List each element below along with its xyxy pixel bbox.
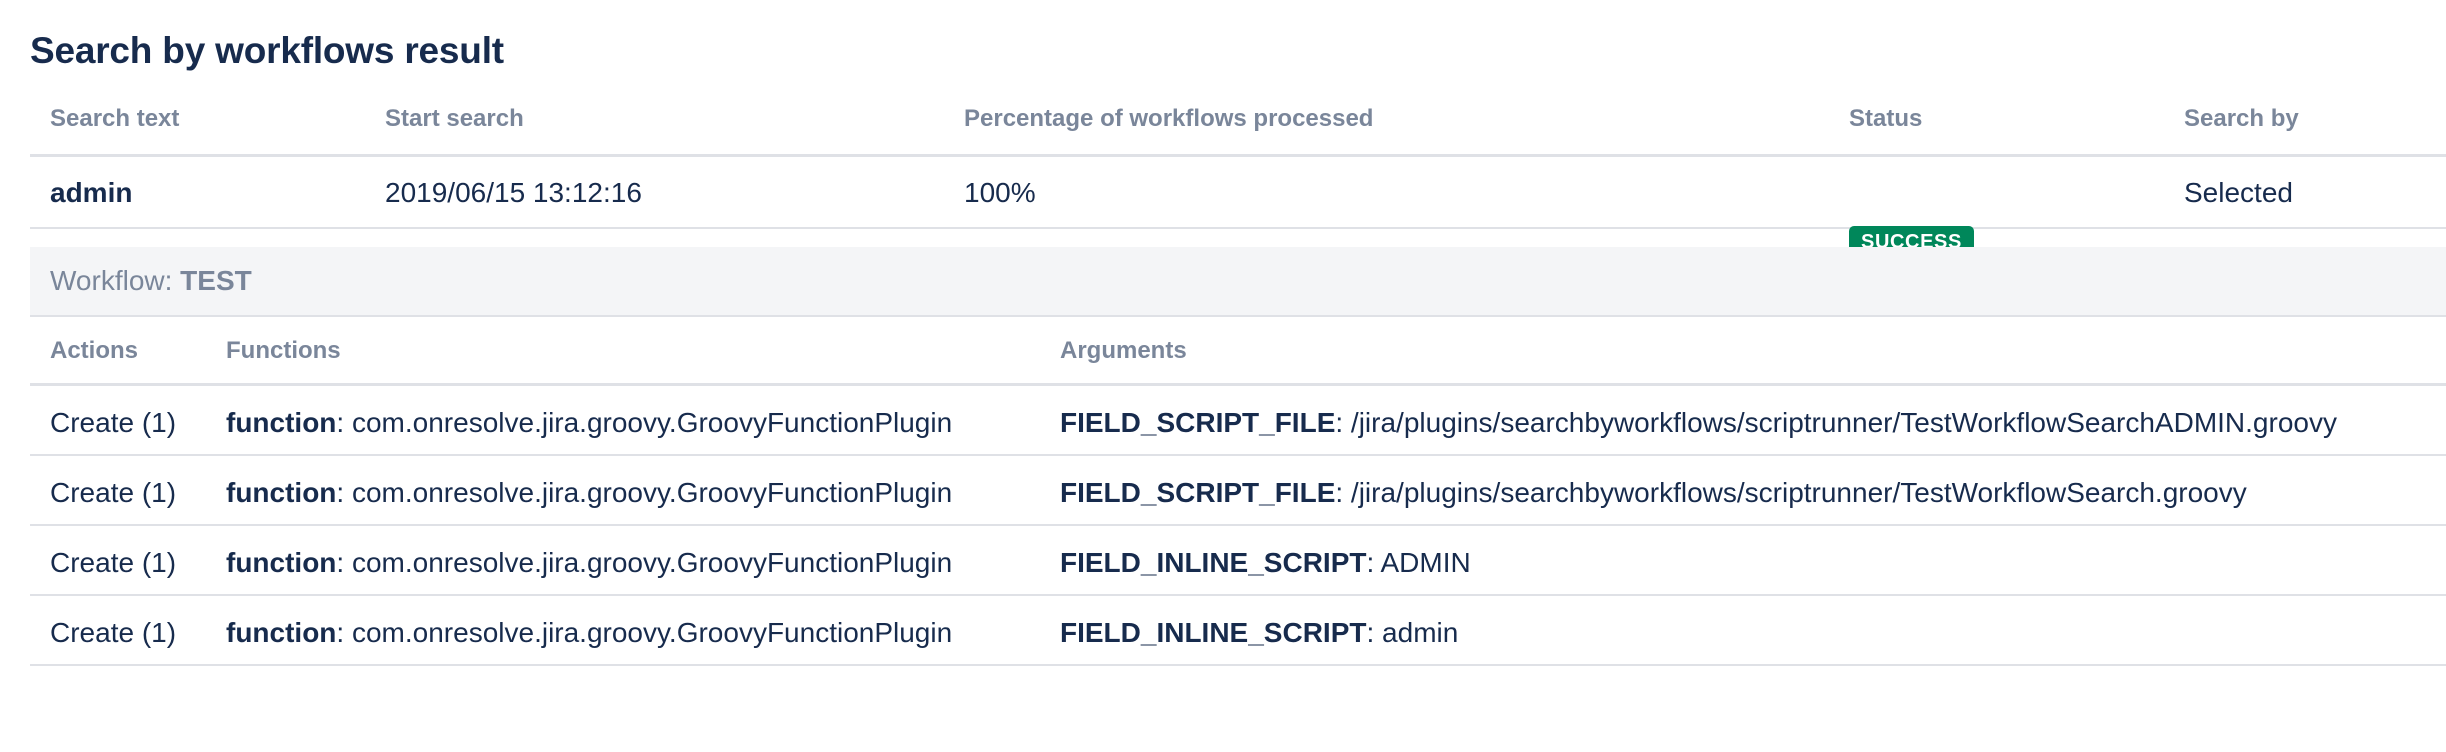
argument-key: FIELD_INLINE_SCRIPT — [1060, 617, 1367, 648]
column-header-search-text: Search text — [50, 105, 180, 132]
argument-value: : /jira/plugins/searchbyworkflows/script… — [1335, 477, 2247, 508]
column-header-search-by: Search by — [2184, 105, 2299, 132]
function-cell: function: com.onresolve.jira.groovy.Groo… — [226, 407, 952, 439]
argument-value: : /jira/plugins/searchbyworkflows/script… — [1335, 407, 2337, 438]
column-header-status: Status — [1849, 105, 1923, 132]
summary-table-header: Search text Start search Percentage of w… — [30, 94, 2446, 157]
function-value: : com.onresolve.jira.groovy.GroovyFuncti… — [336, 617, 953, 648]
argument-value: : ADMIN — [1366, 547, 1471, 578]
action-cell: Create (1) — [50, 547, 177, 578]
column-header-percentage: Percentage of workflows processed — [964, 105, 1374, 132]
argument-cell: FIELD_SCRIPT_FILE: /jira/plugins/searchb… — [1060, 477, 2247, 509]
workflow-table-header: Actions Functions Arguments — [30, 317, 2446, 386]
workflow-section: Workflow: TEST Actions Functions Argumen… — [30, 247, 2446, 666]
search-text-value: admin — [50, 177, 133, 208]
function-value: : com.onresolve.jira.groovy.GroovyFuncti… — [336, 407, 953, 438]
function-cell: function: com.onresolve.jira.groovy.Groo… — [226, 547, 952, 579]
workflow-header: Workflow: TEST — [30, 247, 2446, 317]
column-header-functions: Functions — [226, 337, 341, 364]
summary-table: Search text Start search Percentage of w… — [30, 94, 2446, 258]
argument-cell: FIELD_INLINE_SCRIPT: ADMIN — [1060, 547, 1471, 579]
argument-value: : admin — [1366, 617, 1459, 648]
function-key: function — [226, 547, 337, 578]
function-cell: function: com.onresolve.jira.groovy.Groo… — [226, 617, 952, 649]
start-search-value: 2019/06/15 13:12:16 — [385, 177, 642, 208]
table-row: Create (1) function: com.onresolve.jira.… — [30, 526, 2446, 596]
function-cell: function: com.onresolve.jira.groovy.Groo… — [226, 477, 952, 509]
page-title: Search by workflows result — [30, 30, 504, 71]
action-cell: Create (1) — [50, 407, 177, 438]
column-header-arguments: Arguments — [1060, 337, 1187, 364]
workflow-name: TEST — [180, 265, 252, 296]
function-key: function — [226, 617, 337, 648]
argument-cell: FIELD_INLINE_SCRIPT: admin — [1060, 617, 1458, 649]
summary-row: admin 2019/06/15 13:12:16 100% SUCCESS S… — [30, 157, 2446, 258]
column-header-actions: Actions — [50, 337, 139, 364]
workflow-heading: Workflow: TEST — [50, 265, 252, 297]
function-value: : com.onresolve.jira.groovy.GroovyFuncti… — [336, 477, 953, 508]
action-cell: Create (1) — [50, 477, 177, 508]
function-key: function — [226, 477, 337, 508]
argument-key: FIELD_INLINE_SCRIPT — [1060, 547, 1367, 578]
function-value: : com.onresolve.jira.groovy.GroovyFuncti… — [336, 547, 953, 578]
argument-cell: FIELD_SCRIPT_FILE: /jira/plugins/searchb… — [1060, 407, 2337, 439]
argument-key: FIELD_SCRIPT_FILE — [1060, 407, 1336, 438]
table-row: Create (1) function: com.onresolve.jira.… — [30, 596, 2446, 666]
table-row: Create (1) function: com.onresolve.jira.… — [30, 386, 2446, 456]
column-header-start-search: Start search — [385, 105, 524, 132]
search-by-value: Selected — [2184, 177, 2293, 208]
function-key: function — [226, 407, 337, 438]
argument-key: FIELD_SCRIPT_FILE — [1060, 477, 1336, 508]
table-row: Create (1) function: com.onresolve.jira.… — [30, 456, 2446, 526]
workflow-label: Workflow: — [50, 265, 181, 296]
percentage-value: 100% — [964, 177, 1036, 208]
action-cell: Create (1) — [50, 617, 177, 648]
